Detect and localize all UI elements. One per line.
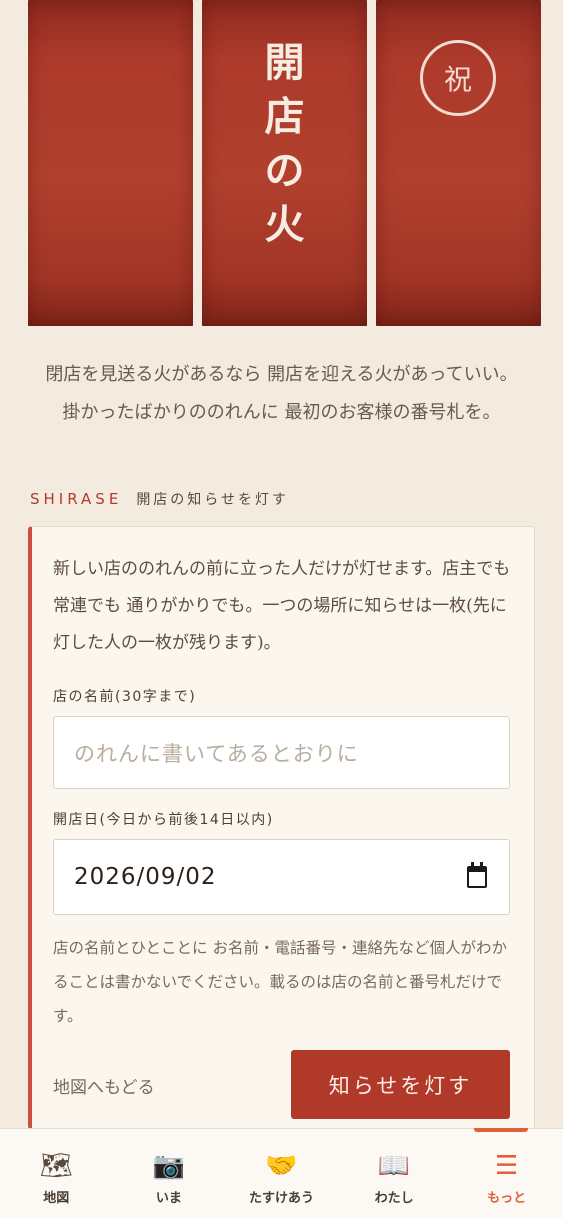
nav-label: 地図 [43, 1191, 70, 1206]
opening-notice-form: 新しい店ののれんの前に立った人だけが灯せます。店主でも 常連でも 通りがかりでも… [28, 526, 535, 1130]
form-description: 新しい店ののれんの前に立った人だけが灯せます。店主でも 常連でも 通りがかりでも… [53, 559, 511, 653]
noren-title: 開 店 の 火 [202, 36, 367, 252]
noren-title-char: 開 [264, 39, 305, 86]
noren-panel-center: 開 店 の 火 [202, 0, 367, 326]
section-heading-en: SHIRASE [30, 490, 123, 508]
opening-date-label: 開店日(今日から前後14日以内) [53, 812, 274, 828]
intro-text: 閉店を見送る火があるなら 開店を迎える火があっていい。 掛かったばかりののれんに… [0, 356, 563, 432]
book-icon: 📖 [377, 1151, 411, 1181]
privacy-note: 店の名前とひとことに お名前・電話番号・連絡先など個人がわかることは書かないでく… [53, 939, 507, 1025]
submit-button[interactable]: 知らせを灯す [291, 1050, 510, 1119]
intro-line-1: 閉店を見送る火があるなら 開店を迎える火があっていい。 [45, 364, 518, 385]
noren-title-char: の [264, 147, 305, 194]
noren-panel-right: 祝 [376, 0, 541, 326]
intro-line-2: 掛かったばかりののれんに 最初のお客様の番号札を。 [62, 402, 501, 423]
nav-label: わたし [374, 1191, 414, 1206]
nav-label: たすけあう [248, 1191, 314, 1206]
opening-date-value: 2026/09/02 [74, 864, 217, 890]
handshake-icon: 🤝 [265, 1151, 298, 1181]
nav-item-now[interactable]: 📷 いま [113, 1129, 226, 1218]
noren-title-char: 店 [264, 93, 305, 140]
bottom-nav: 🗺 地図 📷 いま 🤝 たすけあう 📖 わたし ☰ もっと [0, 1128, 563, 1218]
nav-label: いま [155, 1191, 182, 1206]
map-icon: 🗺 [39, 1151, 73, 1181]
nav-item-help[interactable]: 🤝 たすけあう [225, 1129, 338, 1218]
nav-label: もっと [487, 1191, 527, 1206]
nav-item-more[interactable]: ☰ もっと [450, 1128, 563, 1218]
back-to-map-link[interactable]: 地図へもどる [53, 1073, 155, 1098]
shop-name-placeholder: のれんに書いてあるとおりに [74, 741, 359, 766]
nav-item-me[interactable]: 📖 わたし [338, 1129, 451, 1218]
active-indicator [474, 1128, 529, 1132]
noren-panel-left [28, 0, 193, 326]
camera-icon: 📷 [152, 1151, 186, 1181]
nav-item-map[interactable]: 🗺 地図 [0, 1129, 113, 1218]
section-heading: SHIRASE 開店の知らせを灯す [30, 489, 289, 509]
celebration-seal: 祝 [420, 40, 496, 116]
noren-curtain: 開 店 の 火 祝 [28, 0, 541, 326]
opening-date-input[interactable]: 2026/09/02 [53, 839, 510, 915]
section-heading-ja: 開店の知らせを灯す [136, 492, 290, 508]
shop-name-input[interactable]: のれんに書いてあるとおりに [53, 716, 510, 789]
noren-title-char: 火 [264, 201, 305, 248]
menu-icon: ☰ [495, 1151, 519, 1181]
calendar-icon[interactable] [467, 862, 487, 888]
shop-name-label: 店の名前(30字まで) [53, 689, 197, 705]
